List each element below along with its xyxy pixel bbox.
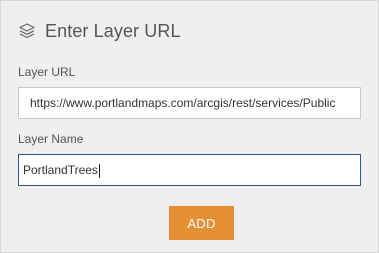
layer-url-value: https://www.portlandmaps.com/arcgis/rest… [30,96,336,110]
layers-icon [18,22,36,40]
panel-header: Enter Layer URL [18,18,181,44]
text-caret [98,163,100,178]
add-button[interactable]: ADD [169,206,234,240]
enter-layer-url-panel: Enter Layer URL Layer URL https://www.po… [0,0,379,253]
layer-url-label: Layer URL [18,65,76,79]
layer-name-value: PortlandTrees [23,163,98,177]
layer-url-input[interactable]: https://www.portlandmaps.com/arcgis/rest… [18,87,361,119]
layer-name-label: Layer Name [18,132,84,146]
layer-name-input[interactable]: PortlandTrees [18,154,361,186]
panel-title: Enter Layer URL [45,20,181,41]
